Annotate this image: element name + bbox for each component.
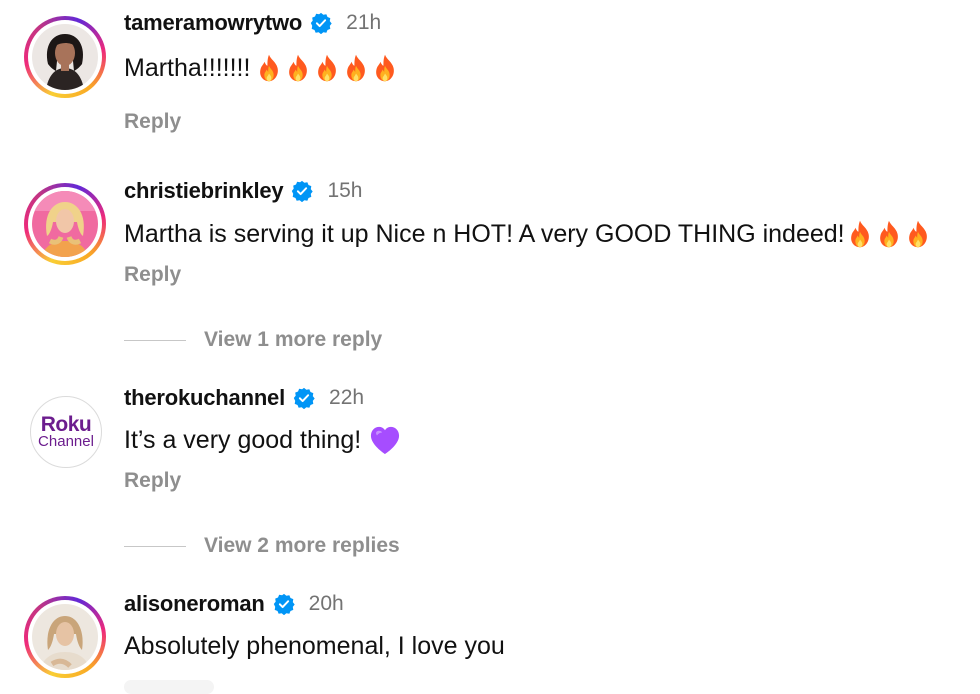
profile-photo [32, 24, 98, 90]
avatar[interactable] [24, 183, 106, 265]
comment-text: Martha!!!!!!! [124, 53, 251, 82]
avatar[interactable] [24, 16, 106, 98]
view-more-replies-button[interactable]: View 2 more replies [124, 534, 400, 558]
comment-timestamp: 15h [327, 179, 363, 202]
avatar[interactable]: Roku Channel [30, 396, 102, 468]
view-more-replies-button[interactable]: View 1 more reply [124, 328, 382, 352]
emoji-group [256, 54, 401, 82]
emoji-group [847, 220, 934, 248]
view-more-replies-label: View 2 more replies [204, 534, 400, 557]
comment-timestamp: 20h [308, 592, 344, 615]
comment-username[interactable]: tameramowrytwo [124, 10, 302, 36]
profile-photo [32, 604, 98, 670]
roku-logo-word: Roku [40, 413, 92, 436]
verified-badge-icon [273, 593, 295, 615]
profile-photo [32, 191, 98, 257]
divider-line [124, 545, 186, 547]
roku-logo: Roku Channel [31, 414, 101, 449]
comment-username[interactable]: therokuchannel [124, 385, 285, 411]
fire-emoji [847, 220, 873, 248]
verified-badge-icon [310, 12, 332, 34]
fire-emoji [876, 220, 902, 248]
fire-emoji [256, 54, 282, 82]
purple-heart-emoji [369, 425, 401, 455]
fire-emoji [314, 54, 340, 82]
reply-button[interactable]: Reply [124, 110, 181, 134]
fire-emoji [285, 54, 311, 82]
verified-badge-icon [293, 387, 315, 409]
reply-button[interactable]: Reply [124, 263, 181, 287]
comment-text: Martha is serving it up Nice n HOT! A ve… [124, 219, 845, 248]
fire-emoji [905, 220, 931, 248]
roku-logo-sub: Channel [38, 433, 94, 450]
fire-emoji [343, 54, 369, 82]
reply-button[interactable]: Reply [124, 469, 181, 493]
comment-text: It’s a very good thing! [124, 425, 362, 454]
divider-line [124, 339, 186, 341]
comment-text: Absolutely phenomenal, I love you [124, 631, 505, 660]
comment-timestamp: 22h [329, 386, 365, 409]
emoji-group [369, 425, 404, 455]
comment-timestamp: 21h [346, 11, 382, 34]
comment-username[interactable]: alisoneroman [124, 591, 265, 617]
cropped-reply-button [124, 680, 214, 694]
comment-username[interactable]: christiebrinkley [124, 178, 284, 204]
fire-emoji [372, 54, 398, 82]
verified-badge-icon [291, 180, 313, 202]
view-more-replies-label: View 1 more reply [204, 328, 383, 351]
avatar[interactable] [24, 596, 106, 678]
